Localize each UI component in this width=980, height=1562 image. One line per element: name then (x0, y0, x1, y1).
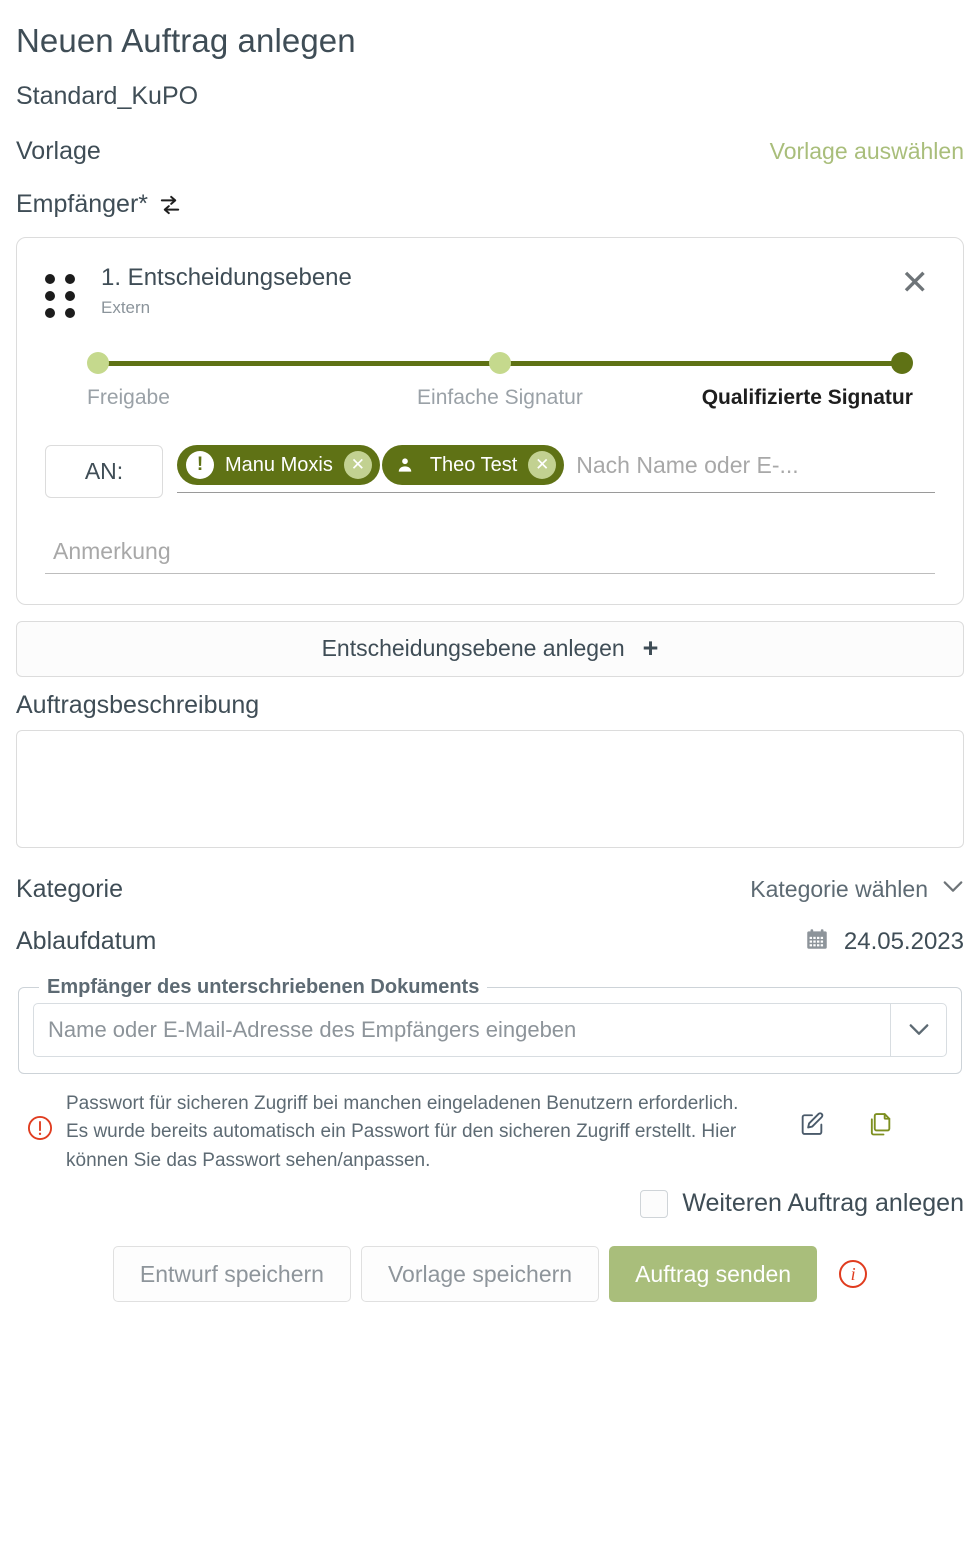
decision-level-subtitle: Extern (101, 297, 151, 317)
password-notice-text: Passwort für sicheren Zugriff bei manche… (66, 1088, 786, 1176)
recipients-label-text: Empfänger* (16, 190, 149, 218)
drag-handle-icon[interactable] (45, 274, 79, 318)
signed-document-recipient-select[interactable] (33, 1002, 947, 1057)
save-template-button[interactable]: Vorlage speichern (360, 1246, 600, 1303)
expiry-date-value: 24.05.2023 (843, 927, 964, 955)
another-order-checkbox[interactable] (640, 1189, 669, 1218)
new-order-page: Neuen Auftrag anlegen Standard_KuPO Vorl… (0, 22, 980, 1303)
recipient-chip-theo-test: Theo Test ✕ (381, 445, 565, 486)
recipients-label: Empfänger* (16, 190, 184, 219)
stepper-label-freigabe[interactable]: Freigabe (87, 386, 362, 411)
page-title: Neuen Auftrag anlegen (16, 22, 356, 59)
chevron-down-icon[interactable] (890, 1003, 946, 1056)
calendar-icon (804, 926, 830, 958)
another-order-label: Weiteren Auftrag anlegen (682, 1189, 964, 1218)
signed-document-recipient-legend: Empfänger des unterschriebenen Dokuments (47, 975, 480, 998)
signed-document-recipient-group: Empfänger des unterschriebenen Dokuments (18, 975, 962, 1074)
expiry-date-picker[interactable]: 24.05.2023 (804, 926, 964, 958)
category-row: Kategorie Kategorie wählen (16, 875, 964, 904)
save-draft-button[interactable]: Entwurf speichern (112, 1246, 351, 1303)
add-decision-level-label: Entscheidungsebene anlegen (321, 635, 625, 662)
info-icon[interactable]: i (839, 1260, 868, 1289)
password-notice-actions (798, 1110, 950, 1138)
password-notice-line1: Passwort für sicheren Zugriff bei manche… (66, 1092, 739, 1114)
copy-icon[interactable] (866, 1110, 894, 1138)
signature-level-stepper (87, 352, 913, 376)
stepper-label-einfache-signatur[interactable]: Einfache Signatur (362, 386, 637, 411)
decision-level-header: 1. Entscheidungsebene Extern ✕ (45, 264, 935, 318)
template-row: Vorlage Vorlage auswählen (16, 137, 964, 166)
recipient-chip-label: Manu Moxis (225, 453, 333, 476)
page-subtitle: Standard_KuPO (16, 82, 199, 110)
add-decision-level-button[interactable]: Entscheidungsebene anlegen + (16, 620, 964, 677)
to-label: AN: (45, 444, 163, 498)
recipient-search-input[interactable]: Nach Name oder E-... (576, 452, 935, 479)
note-input[interactable]: Anmerkung (45, 538, 935, 574)
signed-document-recipient-input[interactable] (34, 1016, 890, 1043)
another-order-row: Weiteren Auftrag anlegen (16, 1189, 964, 1218)
alert-exclamation-icon: ! (186, 451, 214, 480)
decision-level-title: 1. Entscheidungsebene (101, 264, 352, 291)
close-icon[interactable]: ✕ (895, 264, 936, 302)
person-icon (391, 451, 419, 479)
send-order-button[interactable]: Auftrag senden (609, 1246, 818, 1303)
swap-arrows-icon[interactable] (156, 191, 184, 219)
description-textarea[interactable] (16, 729, 964, 848)
edit-pencil-icon[interactable] (798, 1110, 826, 1138)
recipient-entry-row: AN: ! Manu Moxis ✕ Theo Test ✕ Nach Name… (45, 444, 935, 498)
expiry-row: Ablaufdatum 24.05.2023 (16, 926, 964, 958)
warning-exclamation-icon (26, 1114, 54, 1147)
remove-icon[interactable]: ✕ (343, 451, 372, 480)
category-label: Kategorie (16, 874, 124, 903)
decision-level-card: 1. Entscheidungsebene Extern ✕ Freigabe … (16, 237, 964, 605)
select-template-link[interactable]: Vorlage auswählen (770, 138, 964, 165)
remove-icon[interactable]: ✕ (528, 451, 557, 480)
recipient-chips-field[interactable]: ! Manu Moxis ✕ Theo Test ✕ Nach Name ode… (177, 445, 935, 493)
decision-level-titles: 1. Entscheidungsebene Extern (101, 264, 873, 318)
recipient-chip-label: Theo Test (429, 453, 518, 476)
stepper-dot-freigabe[interactable] (87, 352, 109, 374)
recipients-row: Empfänger* (16, 190, 964, 219)
stepper-label-qualifizierte-signatur[interactable]: Qualifizierte Signatur (638, 386, 913, 411)
template-label: Vorlage (16, 137, 101, 165)
description-label: Auftragsbeschreibung (16, 690, 260, 719)
plus-icon: + (642, 633, 659, 664)
password-notice-line2: Es wurde bereits automatisch ein Passwor… (66, 1121, 737, 1171)
password-notice: Passwort für sicheren Zugriff bei manche… (16, 1088, 964, 1176)
category-value: Kategorie wählen (750, 875, 928, 902)
stepper-labels: Freigabe Einfache Signatur Qualifizierte… (87, 386, 913, 411)
expiry-label: Ablaufdatum (16, 927, 157, 956)
category-select[interactable]: Kategorie wählen (750, 876, 964, 903)
chevron-down-icon (942, 878, 964, 901)
stepper-dot-einfache-signatur[interactable] (489, 352, 511, 374)
recipient-chip-manu-moxis: ! Manu Moxis ✕ (177, 445, 380, 486)
stepper-dot-qualifizierte-signatur[interactable] (891, 352, 913, 374)
footer-actions: Entwurf speichern Vorlage speichern Auft… (16, 1246, 964, 1303)
